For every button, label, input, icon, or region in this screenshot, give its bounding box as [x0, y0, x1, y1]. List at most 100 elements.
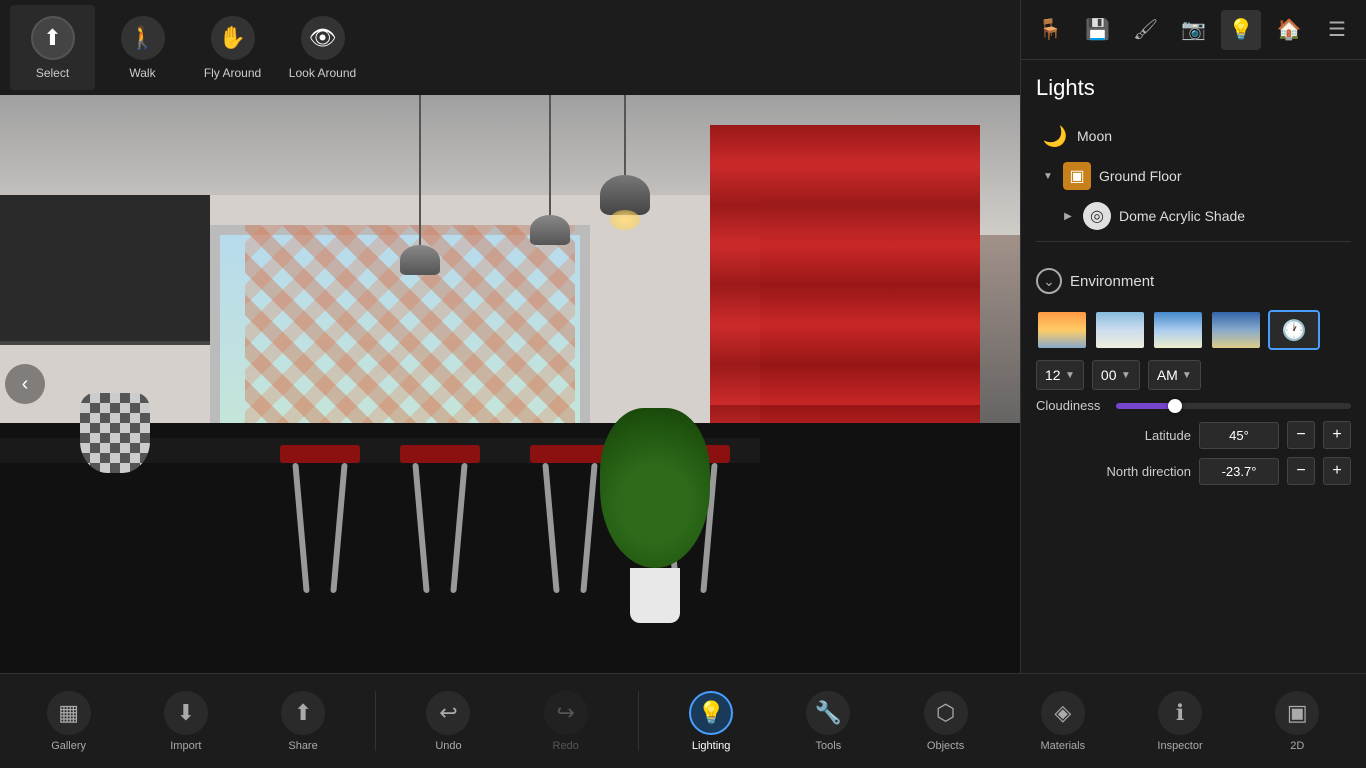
minute-select[interactable]: 00153045: [1101, 367, 1117, 383]
bottom-objects-btn[interactable]: ⬡ Objects: [901, 679, 991, 764]
minute-chevron: ▼: [1121, 370, 1131, 381]
hour-select-wrapper[interactable]: 12123 4567 ▼: [1036, 360, 1084, 390]
time-preset-dawn[interactable]: [1036, 310, 1088, 350]
pendant-wire-2: [419, 95, 421, 245]
panel-save-btn[interactable]: 💾: [1078, 10, 1118, 50]
tool-fly-around-label: Fly Around: [204, 66, 261, 80]
pendant-light-1: [610, 210, 640, 230]
objects-label: Objects: [927, 740, 964, 752]
cloudiness-label: Cloudiness: [1036, 398, 1116, 413]
hour-chevron: ▼: [1065, 370, 1075, 381]
checkerboard-vase: [80, 393, 150, 473]
panel-list-btn[interactable]: ☰: [1317, 10, 1357, 50]
environment-label: Environment: [1070, 273, 1154, 290]
ampm-select[interactable]: AMPM: [1157, 367, 1178, 383]
bottom-redo-btn[interactable]: ↪ Redo: [521, 679, 611, 764]
north-direction-label: North direction: [1036, 464, 1191, 479]
latitude-decrease-btn[interactable]: −: [1287, 421, 1315, 449]
kitchen-scene: ‹: [0, 95, 1020, 673]
time-preset-noon[interactable]: [1152, 310, 1204, 350]
import-icon: ⬇: [164, 691, 208, 735]
inspector-label: Inspector: [1157, 740, 1202, 752]
bottom-import-btn[interactable]: ⬇ Import: [141, 679, 231, 764]
bottom-inspector-btn[interactable]: ℹ Inspector: [1135, 679, 1225, 764]
environment-section: ⌄ Environment 🕐 12123: [1021, 257, 1366, 503]
north-direction-increase-btn[interactable]: +: [1323, 457, 1351, 485]
tool-walk[interactable]: 🚶 Walk: [100, 5, 185, 90]
light-item-ground-floor[interactable]: ▼ ▣ Ground Floor: [1036, 156, 1351, 196]
bottom-lighting-btn[interactable]: 💡 Lighting: [666, 679, 756, 764]
ampm-select-wrapper[interactable]: AMPM ▼: [1148, 360, 1201, 390]
panel-light-btn[interactable]: 💡: [1221, 10, 1261, 50]
time-preset-afternoon[interactable]: [1210, 310, 1262, 350]
2d-icon: ▣: [1275, 691, 1319, 735]
pendant-shade-2: [400, 245, 440, 275]
stool-seat-1: [280, 445, 360, 463]
nav-arrow-left[interactable]: ‹: [5, 364, 45, 404]
dawn-preview: [1038, 312, 1086, 348]
cloudiness-slider[interactable]: [1116, 403, 1351, 409]
moon-icon: 🌙: [1041, 122, 1069, 150]
tool-fly-around[interactable]: ✋ Fly Around: [190, 5, 275, 90]
cloudiness-thumb[interactable]: [1168, 399, 1182, 413]
fly-around-icon: ✋: [211, 16, 255, 60]
inspector-icon: ℹ: [1158, 691, 1202, 735]
panel-camera-btn[interactable]: 📷: [1173, 10, 1213, 50]
scene-upper-cabinet: [0, 195, 210, 345]
panel-paint-btn[interactable]: 🖌: [1126, 10, 1166, 50]
cloudiness-fill: [1116, 403, 1175, 409]
share-label: Share: [288, 740, 317, 752]
stool-1: [280, 445, 360, 593]
tree-arrow-ground-floor: ▼: [1041, 169, 1055, 183]
bottom-toolbar: ▦ Gallery ⬇ Import ⬆ Share ↩ Undo ↪ Redo…: [0, 673, 1366, 768]
latitude-value[interactable]: 45°: [1199, 422, 1279, 449]
tool-look-around[interactable]: 👁 Look Around: [280, 5, 365, 90]
lights-section: Lights 🌙 Moon ▼ ▣ Ground Floor ▶ ◎ Dome …: [1021, 60, 1366, 257]
environment-header[interactable]: ⌄ Environment: [1036, 262, 1351, 300]
gallery-icon: ▦: [47, 691, 91, 735]
hour-select[interactable]: 12123 4567: [1045, 367, 1061, 383]
stool-legs-3: [540, 463, 600, 593]
look-around-icon: 👁: [301, 16, 345, 60]
dome-label: Dome Acrylic Shade: [1119, 208, 1245, 224]
light-item-dome[interactable]: ▶ ◎ Dome Acrylic Shade: [1036, 196, 1351, 236]
north-direction-decrease-btn[interactable]: −: [1287, 457, 1315, 485]
light-item-moon[interactable]: 🌙 Moon: [1036, 116, 1351, 156]
panel-furniture-btn[interactable]: 🪑: [1030, 10, 1070, 50]
top-toolbar: ⬆ Select 🚶 Walk ✋ Fly Around 👁 Look Arou…: [0, 0, 1020, 95]
objects-icon: ⬡: [924, 691, 968, 735]
tool-look-around-label: Look Around: [289, 66, 356, 80]
bottom-tools-btn[interactable]: 🔧 Tools: [783, 679, 873, 764]
pendant-2: [400, 95, 440, 275]
tool-select[interactable]: ⬆ Select: [10, 5, 95, 90]
toolbar-divider-1: [375, 691, 376, 751]
materials-icon: ◈: [1041, 691, 1085, 735]
bottom-undo-btn[interactable]: ↩ Undo: [403, 679, 493, 764]
walk-icon: 🚶: [121, 16, 165, 60]
minute-select-wrapper[interactable]: 00153045 ▼: [1092, 360, 1140, 390]
latitude-increase-btn[interactable]: +: [1323, 421, 1351, 449]
bottom-share-btn[interactable]: ⬆ Share: [258, 679, 348, 764]
plant-right: [600, 428, 710, 623]
toolbar-divider-2: [638, 691, 639, 751]
latitude-label: Latitude: [1036, 428, 1191, 443]
ground-floor-icon: ▣: [1063, 162, 1091, 190]
lights-divider: [1036, 241, 1351, 242]
north-direction-value[interactable]: -23.7°: [1199, 458, 1279, 485]
select-icon: ⬆: [31, 16, 75, 60]
bottom-materials-btn[interactable]: ◈ Materials: [1018, 679, 1108, 764]
bottom-2d-btn[interactable]: ▣ 2D: [1252, 679, 1342, 764]
north-direction-row: North direction -23.7° − +: [1036, 457, 1351, 485]
stool-seat-2: [400, 445, 480, 463]
panel-home-btn[interactable]: 🏠: [1269, 10, 1309, 50]
right-panel: 🪑 💾 🖌 📷 💡 🏠 ☰ Lights 🌙 Moon ▼ ▣ Ground F…: [1020, 0, 1366, 673]
import-label: Import: [170, 740, 201, 752]
share-icon: ⬆: [281, 691, 325, 735]
bottom-gallery-btn[interactable]: ▦ Gallery: [24, 679, 114, 764]
time-preset-morning[interactable]: [1094, 310, 1146, 350]
time-preset-custom[interactable]: 🕐: [1268, 310, 1320, 350]
tool-walk-label: Walk: [129, 66, 155, 80]
lighting-label: Lighting: [692, 740, 731, 752]
time-controls: 12123 4567 ▼ 00153045 ▼ AMPM ▼: [1036, 360, 1351, 390]
time-presets: 🕐: [1036, 310, 1351, 350]
